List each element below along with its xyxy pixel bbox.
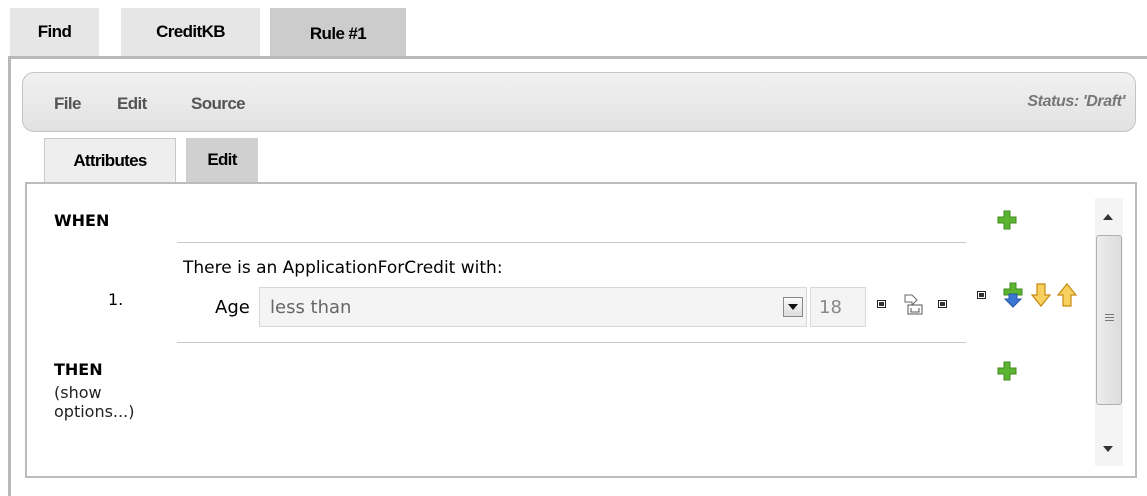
tab-find[interactable]: Find [10, 8, 99, 56]
rule-content-panel [25, 182, 1137, 478]
divider [177, 242, 966, 243]
menu-source[interactable]: Source [191, 94, 246, 114]
grip-icon [1105, 314, 1114, 315]
row-number: 1. [108, 290, 124, 309]
bind-variable-icon[interactable] [899, 293, 929, 317]
scroll-up-icon[interactable] [1103, 214, 1113, 220]
show-options-line1: (show [54, 383, 102, 402]
chevron-down-icon[interactable] [783, 297, 803, 317]
then-label: THEN [54, 360, 103, 379]
tab-attributes[interactable]: Attributes [44, 138, 176, 182]
menu-bar: File Edit Source Status: 'Draft' [22, 72, 1136, 132]
tab-rule-1[interactable]: Rule #1 [270, 8, 406, 60]
operator-value: less than [270, 296, 352, 318]
scroll-down-icon[interactable] [1103, 446, 1113, 452]
yellow-arrow-up-icon[interactable] [1056, 282, 1078, 308]
remove-pattern-icon[interactable] [977, 291, 986, 299]
operator-select[interactable]: less than [259, 287, 807, 327]
tab-creditkb[interactable]: CreditKB [121, 8, 260, 56]
pattern-text: There is an ApplicationForCredit with: [183, 258, 503, 278]
scrollbar[interactable] [1095, 198, 1123, 466]
menu-edit[interactable]: Edit [117, 94, 147, 114]
yellow-arrow-down-icon[interactable] [1030, 282, 1052, 308]
blue-arrow-plus-icon[interactable] [1000, 282, 1026, 308]
value-edit-icon[interactable] [877, 300, 886, 308]
remove-field-icon[interactable] [938, 300, 947, 308]
field-label-age: Age [215, 297, 250, 318]
show-options-line2: options...) [54, 402, 135, 421]
divider [177, 342, 966, 343]
value-input[interactable]: 18 [810, 287, 866, 327]
menu-file[interactable]: File [54, 94, 81, 114]
show-options-link[interactable]: (show options...) [54, 383, 134, 421]
value-text: 18 [819, 296, 842, 318]
green-plus-icon[interactable] [996, 209, 1018, 231]
when-label: WHEN [54, 211, 110, 230]
scrollbar-thumb[interactable] [1096, 235, 1122, 405]
tab-edit[interactable]: Edit [186, 138, 258, 182]
status-label: Status: 'Draft' [1027, 93, 1125, 110]
green-plus-icon[interactable] [996, 360, 1018, 382]
